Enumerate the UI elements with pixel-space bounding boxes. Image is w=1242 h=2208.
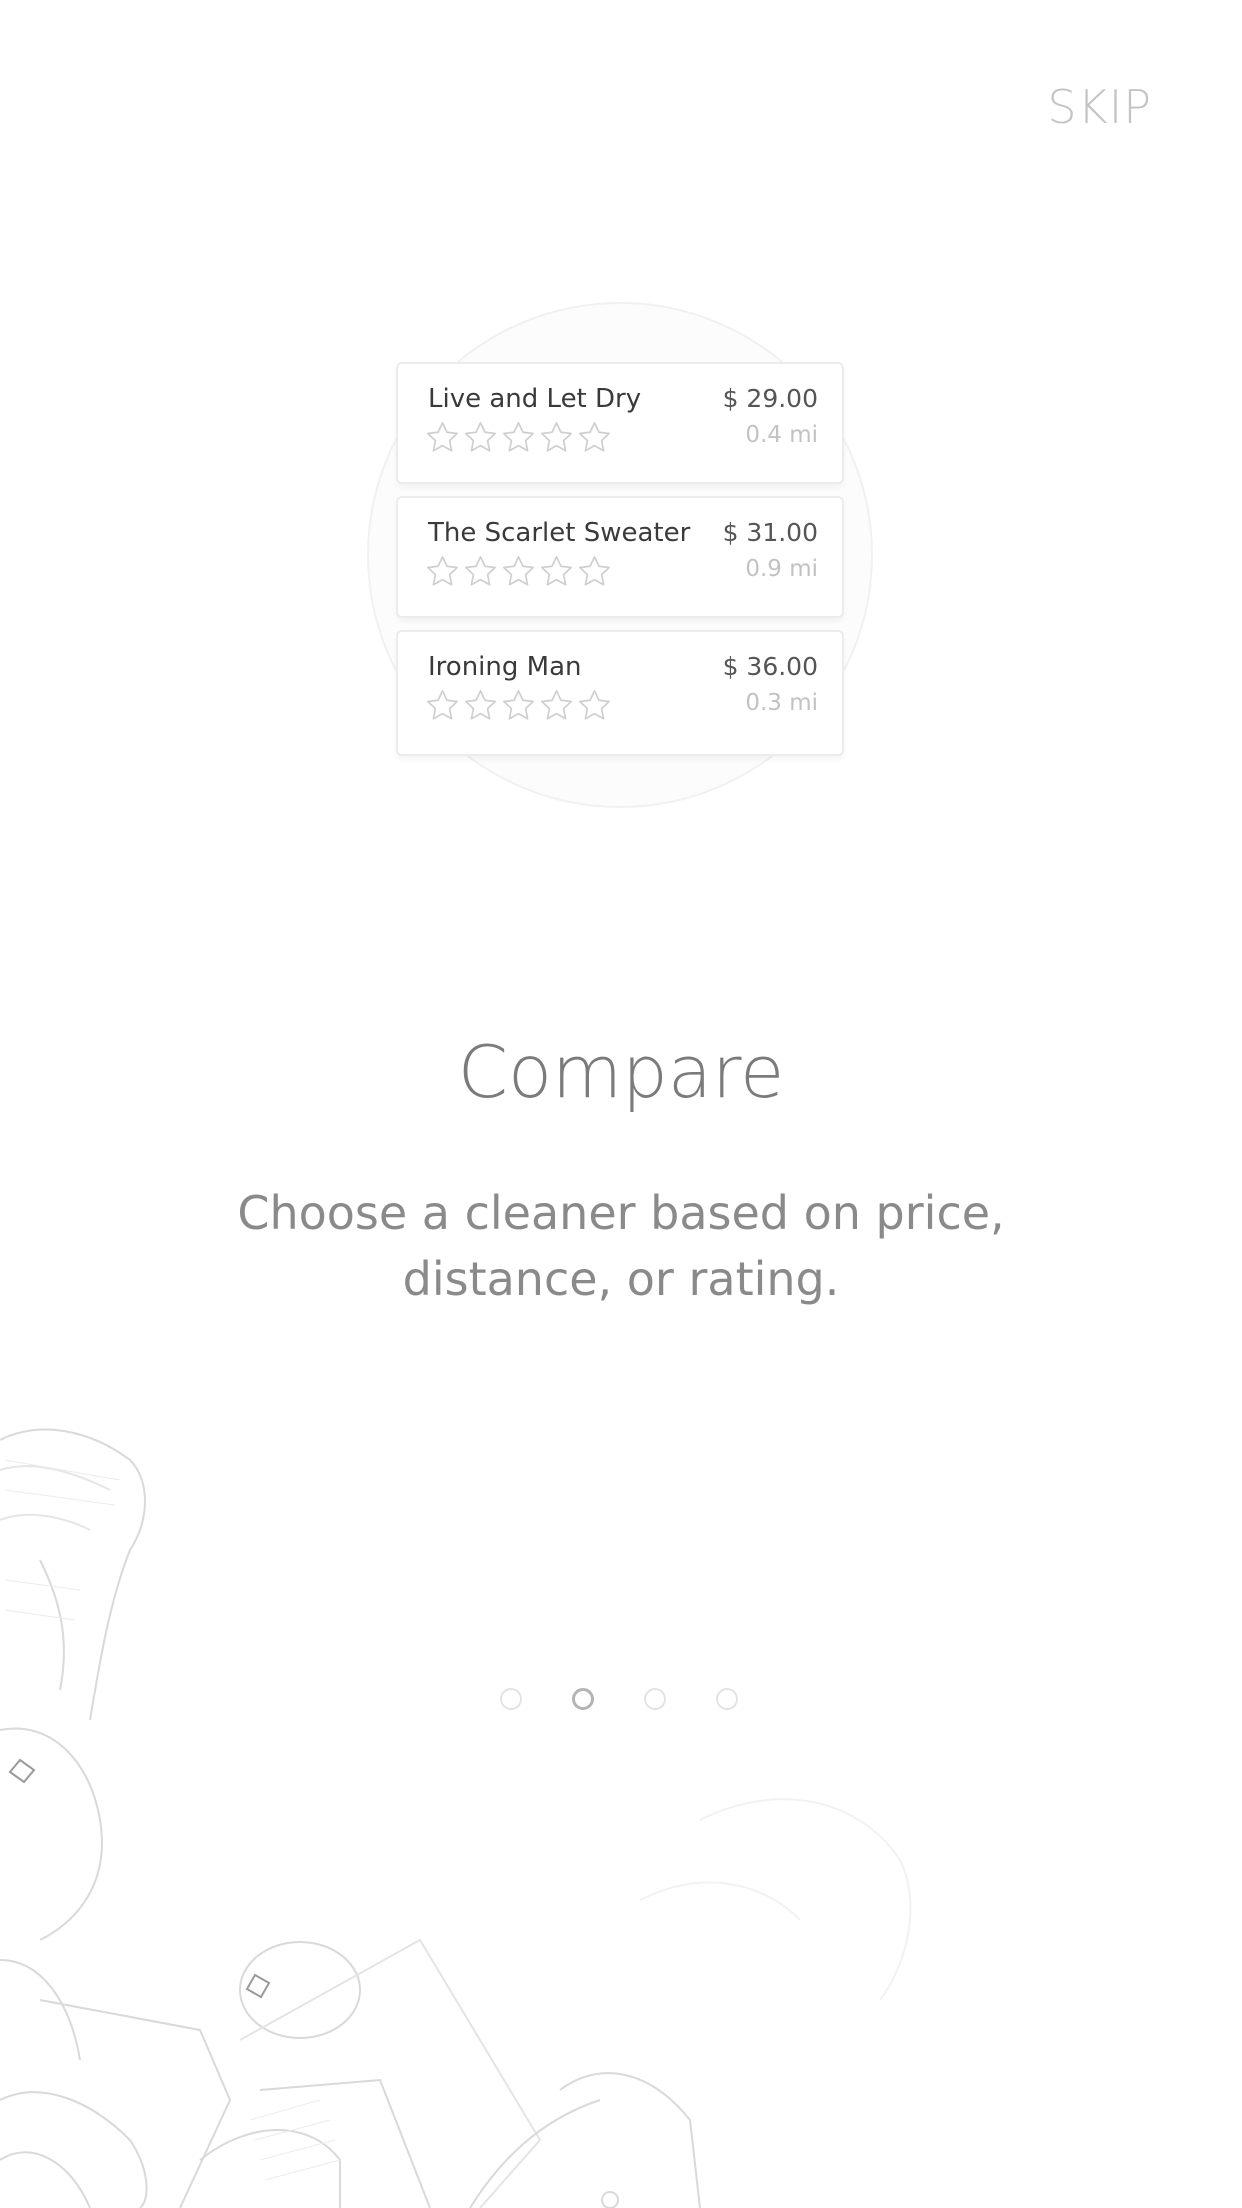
- star-outline-icon: [538, 687, 575, 724]
- star-outline-icon: [500, 687, 537, 724]
- cleaner-card: Live and Let Dry $ 29.00 0.4 mi: [396, 362, 844, 484]
- star-outline-icon: [424, 687, 461, 724]
- cleaner-price: $ 36.00: [722, 652, 818, 681]
- star-outline-icon: [500, 419, 537, 456]
- cleaner-card: Ironing Man $ 36.00 0.3 mi: [396, 630, 844, 756]
- star-outline-icon: [576, 419, 613, 456]
- cleaner-price: $ 29.00: [722, 384, 818, 413]
- star-rating: [424, 419, 614, 456]
- cleaner-distance: 0.3 mi: [745, 690, 818, 716]
- star-rating: [424, 687, 614, 724]
- cleaner-price: $ 31.00: [722, 518, 818, 547]
- star-rating: [424, 553, 614, 590]
- star-outline-icon: [576, 687, 613, 724]
- cleaner-distance: 0.9 mi: [745, 556, 818, 582]
- star-outline-icon: [462, 553, 499, 590]
- cleaner-list: Live and Let Dry $ 29.00 0.4 mi The Scar…: [396, 362, 844, 768]
- cleaner-name: Live and Let Dry: [428, 384, 642, 414]
- compare-illustration: Live and Let Dry $ 29.00 0.4 mi The Scar…: [0, 0, 1242, 900]
- cleaner-card: The Scarlet Sweater $ 31.00 0.9 mi: [396, 496, 844, 618]
- clothes-sketch-background: [0, 1428, 912, 2208]
- star-outline-icon: [424, 419, 461, 456]
- star-outline-icon: [500, 553, 537, 590]
- star-outline-icon: [576, 553, 613, 590]
- cleaner-name: Ironing Man: [428, 652, 582, 682]
- star-outline-icon: [424, 553, 461, 590]
- page-title: Compare: [457, 1030, 785, 1114]
- cleaner-distance: 0.4 mi: [745, 422, 818, 448]
- star-outline-icon: [462, 419, 499, 456]
- star-outline-icon: [538, 553, 575, 590]
- cleaner-name: The Scarlet Sweater: [428, 518, 691, 548]
- page-description: Choose a cleaner based on price, distanc…: [237, 1186, 1005, 1306]
- star-outline-icon: [538, 419, 575, 456]
- star-outline-icon: [462, 687, 499, 724]
